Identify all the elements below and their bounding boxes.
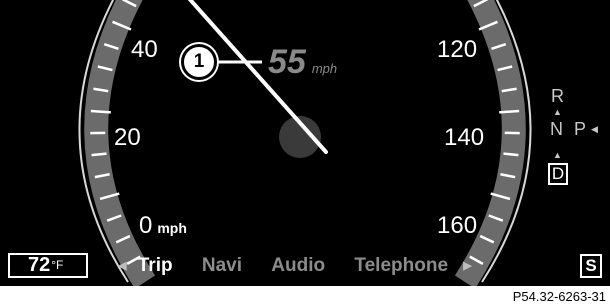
gear-d-selected: D bbox=[548, 163, 568, 185]
cruise-set-speed: 55 mph bbox=[268, 44, 337, 87]
speed-label-120: 120 bbox=[437, 36, 478, 63]
gear-p: P bbox=[574, 119, 587, 139]
outside-temperature: 72°F bbox=[8, 253, 88, 278]
up-arrow-icon: ▲ bbox=[553, 107, 562, 117]
menu-right-arrow-icon[interactable]: ▶ bbox=[463, 254, 471, 278]
right-scale-tick bbox=[503, 152, 519, 157]
temperature-value: 72 bbox=[28, 254, 51, 276]
speed-label-0-value: 0 bbox=[139, 212, 153, 239]
speed-unit: mph bbox=[157, 220, 187, 236]
menu-bar: ◀ Trip Navi Audio Telephone ▶ bbox=[112, 254, 478, 278]
figure: 40 20 0 mph 120 140 160 1 55 mph R ▲ N P ◀… bbox=[0, 0, 610, 308]
left-arrow-icon: ◀ bbox=[591, 124, 598, 134]
gear-n: N bbox=[550, 119, 563, 139]
speed-label-0: 0 mph bbox=[139, 214, 187, 240]
menu-item-trip[interactable]: Trip bbox=[138, 254, 173, 278]
instrument-cluster: 40 20 0 mph 120 140 160 1 55 mph R ▲ N P ◀… bbox=[0, 0, 610, 286]
callout-marker: 1 bbox=[181, 44, 217, 80]
figure-caption: P54.32-6263-31 bbox=[512, 289, 606, 304]
up-arrow-icon: ▲ bbox=[553, 150, 562, 160]
menu-item-telephone[interactable]: Telephone bbox=[354, 254, 448, 278]
speed-label-140: 140 bbox=[444, 124, 485, 151]
speed-label-20: 20 bbox=[114, 124, 141, 151]
menu-left-arrow-icon[interactable]: ◀ bbox=[118, 254, 126, 278]
gear-r: R bbox=[551, 86, 564, 106]
right-scale-tick bbox=[499, 109, 520, 114]
left-scale-tick bbox=[91, 152, 107, 157]
left-scale-tick bbox=[90, 109, 111, 114]
status-indicator: S bbox=[580, 254, 602, 278]
temperature-unit: °F bbox=[51, 258, 64, 272]
menu-item-navi[interactable]: Navi bbox=[202, 254, 242, 278]
cruise-speed-value: 55 bbox=[268, 43, 306, 81]
speed-label-160: 160 bbox=[437, 212, 478, 239]
speed-label-40: 40 bbox=[131, 36, 158, 63]
menu-item-audio[interactable]: Audio bbox=[271, 254, 325, 278]
cruise-speed-unit: mph bbox=[311, 61, 338, 76]
